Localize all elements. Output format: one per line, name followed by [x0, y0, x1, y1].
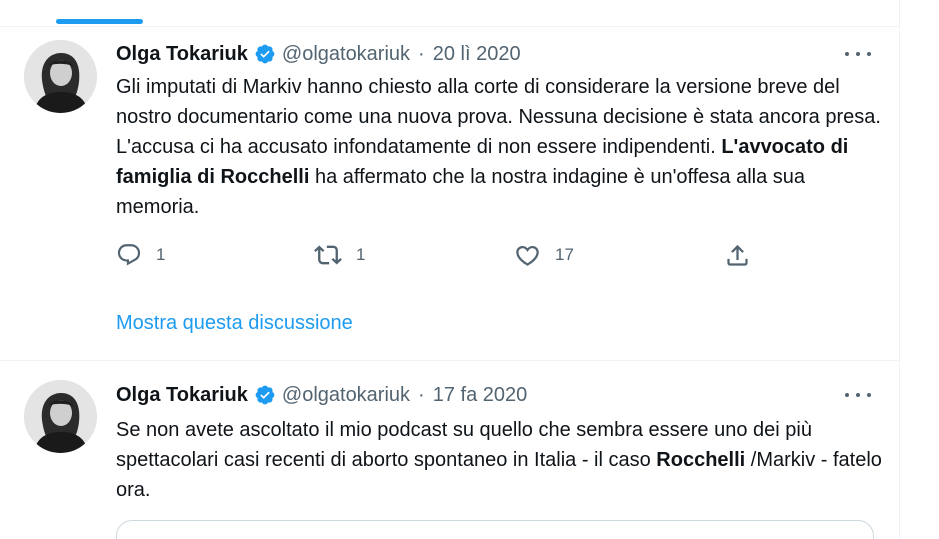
- reply-count: 1: [156, 245, 166, 264]
- verified-badge-icon: [254, 43, 276, 65]
- show-thread-link[interactable]: Mostra questa discussione: [116, 312, 353, 335]
- timeline-feed: Olga Tokariuk @olgatokariuk · 20 lì 2020…: [0, 0, 900, 539]
- reply-icon: [116, 242, 142, 268]
- tweet-text: Se non avete ascoltato il mio podcast su…: [116, 415, 886, 505]
- tweet-header: Olga Tokariuk @olgatokariuk · 17 fa 2020: [116, 383, 527, 407]
- tweet-header: Olga Tokariuk @olgatokariuk · 20 lì 2020: [116, 42, 521, 66]
- link-card-preview[interactable]: [116, 520, 874, 539]
- author-name[interactable]: Olga Tokariuk: [116, 42, 248, 66]
- reply-button[interactable]: 1: [116, 240, 165, 270]
- avatar[interactable]: [24, 40, 97, 113]
- separator: ·: [418, 43, 425, 65]
- retweet-button[interactable]: 1: [314, 240, 365, 270]
- verified-badge-icon: [254, 384, 276, 406]
- retweet-icon: [314, 241, 342, 269]
- avatar-photo: [24, 40, 97, 113]
- author-name[interactable]: Olga Tokariuk: [116, 383, 248, 407]
- tweet-date[interactable]: 20 lì 2020: [433, 42, 521, 66]
- author-handle[interactable]: @olgatokariuk: [282, 42, 410, 66]
- tweet-text: Gli imputati di Markiv hanno chiesto all…: [116, 72, 886, 222]
- avatar-photo: [24, 380, 97, 453]
- retweet-count: 1: [356, 245, 366, 264]
- separator: ·: [418, 384, 425, 406]
- like-button[interactable]: 17: [514, 240, 574, 270]
- share-icon: [724, 242, 751, 269]
- more-options-icon[interactable]: [845, 44, 871, 64]
- like-count: 17: [555, 245, 574, 264]
- more-options-icon[interactable]: [845, 385, 871, 405]
- avatar[interactable]: [24, 380, 97, 453]
- tweet[interactable]: Olga Tokariuk @olgatokariuk · 20 lì 2020…: [0, 0, 899, 360]
- tweet-text-bold: Rocchelli: [656, 449, 746, 471]
- tweet-date[interactable]: 17 fa 2020: [433, 383, 528, 407]
- author-handle[interactable]: @olgatokariuk: [282, 383, 410, 407]
- like-icon: [514, 242, 541, 269]
- tweet[interactable]: Olga Tokariuk @olgatokariuk · 17 fa 2020…: [0, 361, 899, 539]
- tweet-actions: 1 1 17: [116, 240, 756, 270]
- share-button[interactable]: [724, 240, 751, 270]
